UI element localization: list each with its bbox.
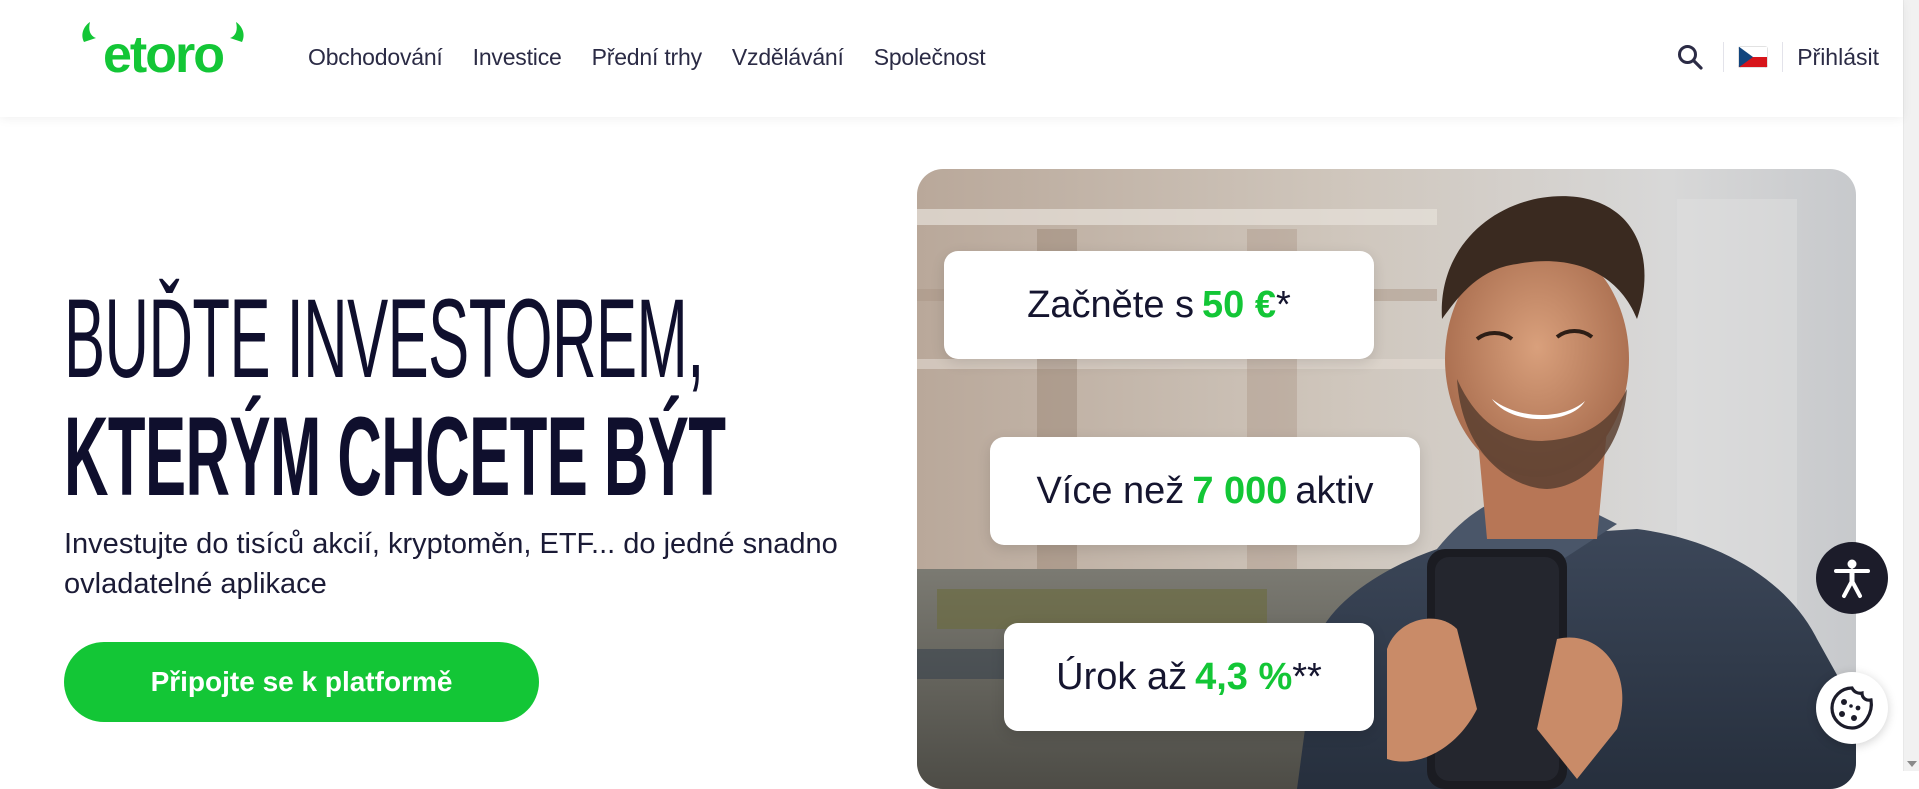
- nav-item-obchodovani[interactable]: Obchodování: [308, 44, 443, 71]
- card-start-prefix: Začněte s: [1027, 283, 1195, 326]
- card-assets-suffix: aktiv: [1295, 469, 1374, 512]
- accessibility-icon: [1834, 559, 1870, 598]
- main-nav: Obchodování Investice Přední trhy Vzdělá…: [308, 0, 986, 114]
- hero-subtitle: Investujte do tisíců akcií, kryptoměn, E…: [64, 528, 838, 600]
- accessibility-button[interactable]: [1816, 542, 1888, 614]
- nav-item-investice[interactable]: Investice: [473, 44, 562, 71]
- join-platform-button[interactable]: Připojte se k platformě: [64, 642, 539, 722]
- czech-flag-icon: [1738, 46, 1769, 68]
- card-interest: Úrok až 4,3 % **: [1004, 623, 1374, 731]
- card-assets-value: 7 000: [1192, 469, 1288, 512]
- card-assets: Více než 7 000 aktiv: [990, 437, 1420, 545]
- card-start-suffix: *: [1276, 283, 1291, 326]
- cookie-settings-button[interactable]: [1816, 672, 1888, 744]
- divider: [1723, 42, 1725, 72]
- card-interest-prefix: Úrok až: [1056, 655, 1188, 698]
- site-header: etoro Obchodování Investice Přední trhy …: [0, 0, 1903, 117]
- nav-item-spolecnost[interactable]: Společnost: [874, 44, 986, 71]
- card-interest-suffix: **: [1292, 655, 1322, 698]
- header-actions: Přihlásit: [1671, 0, 1879, 114]
- card-start-amount: Začněte s 50 € *: [944, 251, 1374, 359]
- hero-image: Začněte s 50 € * Více než 7 000 aktiv Úr…: [917, 169, 1856, 789]
- language-selector[interactable]: [1738, 46, 1769, 68]
- card-assets-prefix: Více než: [1036, 469, 1185, 512]
- search-button[interactable]: [1671, 38, 1709, 76]
- login-link[interactable]: Přihlásit: [1797, 44, 1879, 71]
- search-icon: [1678, 45, 1703, 70]
- scroll-down-arrow-icon[interactable]: [1907, 761, 1917, 767]
- page-scrollbar[interactable]: [1903, 0, 1919, 771]
- card-start-value: 50 €: [1202, 283, 1277, 326]
- card-interest-value: 4,3 %: [1195, 655, 1293, 698]
- cookie-icon: [1830, 686, 1873, 730]
- hero-title-line2: kterým chcete být: [64, 394, 726, 519]
- hero-title: Buďte investorem, kterým chcete být: [64, 276, 726, 519]
- hero-title-line1: Buďte investorem,: [64, 276, 704, 401]
- divider: [1782, 42, 1784, 72]
- logo-text: etoro: [103, 26, 223, 76]
- nav-item-predni-trhy[interactable]: Přední trhy: [592, 44, 702, 71]
- etoro-logo[interactable]: etoro: [78, 20, 248, 84]
- nav-item-vzdelavani[interactable]: Vzdělávání: [732, 44, 844, 71]
